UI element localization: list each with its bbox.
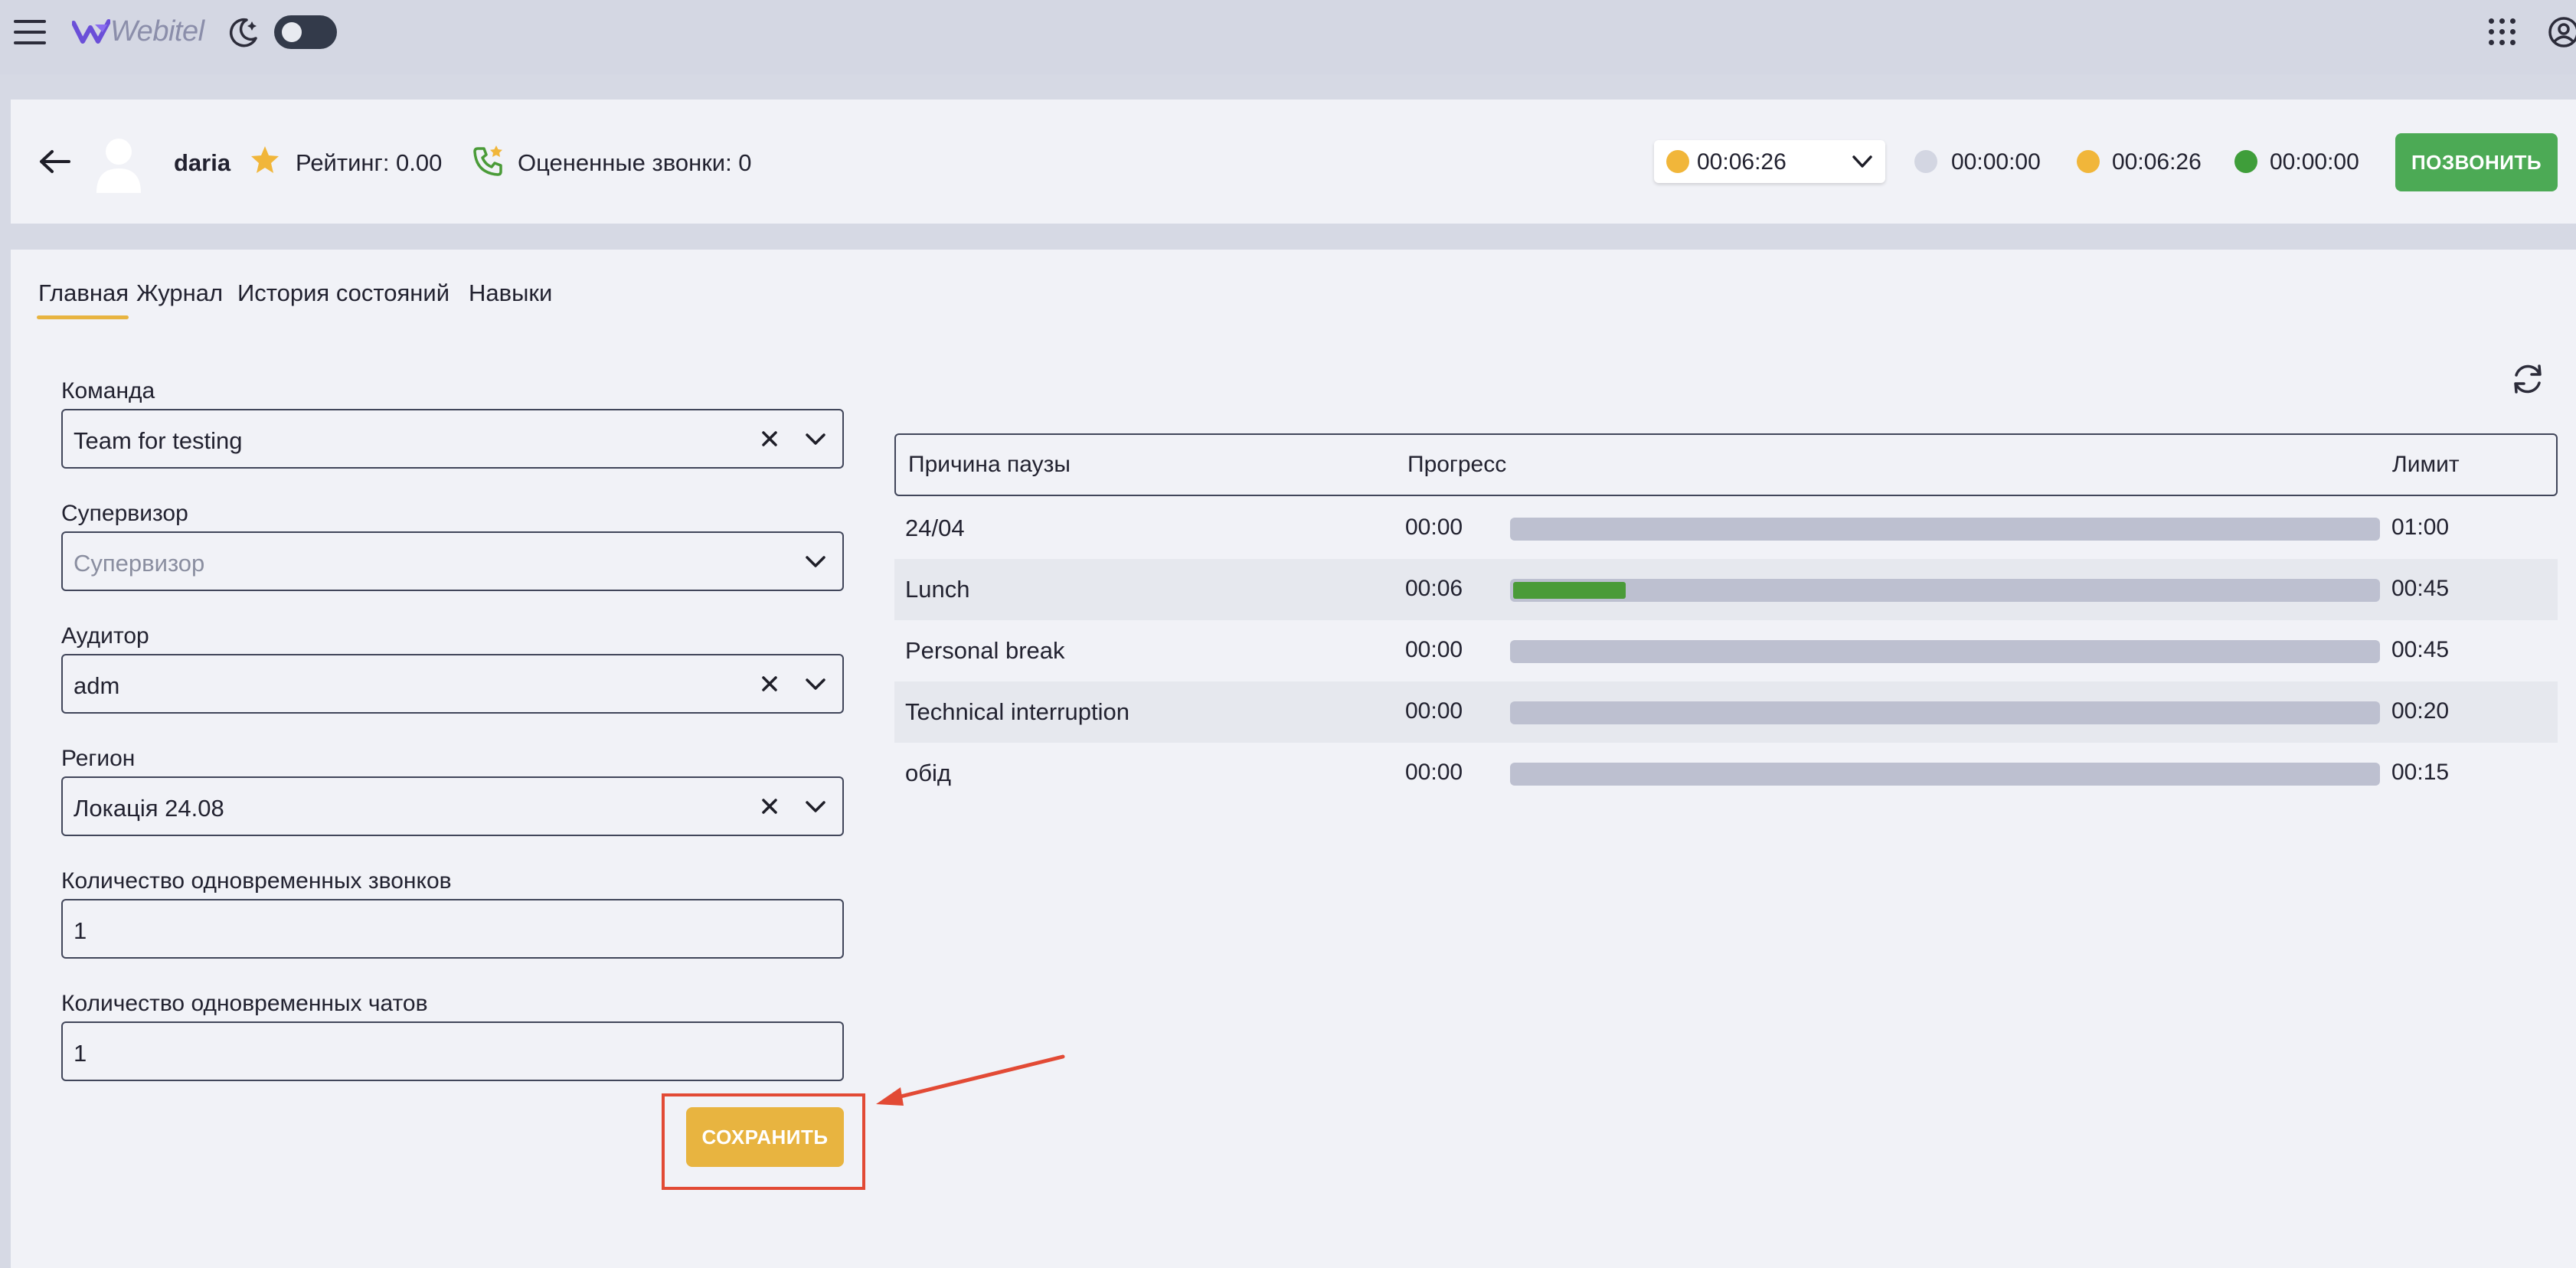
supervisor-select[interactable]: Супервизор — [61, 531, 844, 591]
clear-icon[interactable] — [758, 795, 781, 818]
table-row: 24/04 00:00 01:00 — [894, 498, 2558, 559]
pause-elapsed: 00:00 — [1405, 760, 1463, 785]
status-dot — [1666, 150, 1689, 173]
region-select[interactable]: Локація 24.08 — [61, 776, 844, 836]
call-button[interactable]: ПОЗВОНИТЬ — [2395, 133, 2558, 191]
online-timer: 00:00:00 — [2270, 149, 2359, 175]
tab-main[interactable]: Главная — [38, 279, 129, 307]
pause-elapsed: 00:00 — [1405, 698, 1463, 724]
pause-reason: Lunch — [905, 576, 970, 603]
dark-mode-toggle[interactable] — [274, 15, 337, 49]
pause-reason: Technical interruption — [905, 698, 1129, 725]
rated-call-icon — [472, 144, 505, 178]
status-select[interactable]: 00:06:26 — [1654, 140, 1885, 183]
clear-icon[interactable] — [758, 427, 781, 450]
auditor-label: Аудитор — [61, 623, 149, 649]
status-time: 00:06:26 — [1697, 149, 1787, 175]
pause-reason: обід — [905, 760, 951, 786]
table-row: Technical interruption 00:00 00:20 — [894, 681, 2558, 743]
chevron-down-icon[interactable] — [804, 430, 827, 449]
tab-skills[interactable]: Навыки — [469, 279, 552, 307]
moon-icon — [227, 15, 260, 49]
table-row: обід 00:00 00:15 — [894, 743, 2558, 804]
webitel-logo-icon — [71, 17, 111, 47]
region-value: Локація 24.08 — [74, 795, 224, 822]
clear-icon[interactable] — [758, 672, 781, 695]
progress-fill — [1513, 582, 1626, 599]
team-label: Команда — [61, 378, 155, 404]
rating-text: Рейтинг: 0.00 — [296, 149, 443, 176]
pause-limit: 01:00 — [2391, 515, 2450, 540]
back-arrow-icon[interactable] — [38, 149, 70, 175]
pause-limit: 00:15 — [2391, 760, 2450, 785]
rated-calls-text: Оцененные звонки: 0 — [518, 149, 752, 176]
tab-journal[interactable]: Журнал — [136, 279, 223, 307]
concurrent-calls-label: Количество одновременных звонков — [61, 868, 452, 894]
annotation-highlight-box — [662, 1093, 865, 1190]
apps-grid-icon[interactable] — [2489, 18, 2516, 46]
top-bar — [0, 0, 2576, 74]
pause-reason: 24/04 — [905, 515, 965, 541]
avatar — [95, 135, 142, 193]
annotation-arrow — [858, 1049, 1072, 1110]
column-header-progress: Прогресс — [1407, 452, 1507, 477]
region-label: Регион — [61, 746, 136, 771]
concurrent-chats-label: Количество одновременных чатов — [61, 991, 428, 1016]
pause-limit: 00:45 — [2391, 637, 2450, 662]
account-icon[interactable] — [2547, 15, 2576, 49]
menu-icon[interactable] — [14, 18, 46, 46]
concurrent-chats-value: 1 — [74, 1040, 87, 1067]
pause-elapsed: 00:00 — [1405, 515, 1463, 540]
star-icon — [250, 145, 280, 175]
pause-progress-bar — [1510, 701, 2380, 724]
concurrent-calls-value: 1 — [74, 917, 87, 944]
column-header-limit: Лимит — [2392, 452, 2460, 477]
supervisor-placeholder: Супервизор — [74, 550, 205, 577]
chevron-down-icon[interactable] — [804, 675, 827, 694]
column-header-reason: Причина паузы — [908, 452, 1071, 477]
auditor-select[interactable]: adm — [61, 654, 844, 714]
agent-name: daria — [174, 149, 231, 176]
waiting-status-dot — [1914, 150, 1937, 173]
chevron-down-icon — [1852, 152, 1873, 171]
pause-progress-bar — [1510, 640, 2380, 663]
pause-table-header: Причина паузы Прогресс Лимит — [894, 433, 2558, 496]
supervisor-label: Супервизор — [61, 501, 188, 526]
chevron-down-icon[interactable] — [804, 553, 827, 571]
team-select[interactable]: Team for testing — [61, 409, 844, 469]
online-status-dot — [2234, 150, 2257, 173]
table-row: Personal break 00:00 00:45 — [894, 620, 2558, 681]
pause-reason: Personal break — [905, 637, 1065, 664]
pause-limit: 00:45 — [2391, 576, 2450, 601]
pause-progress-bar — [1510, 518, 2380, 541]
table-row: Lunch 00:06 00:45 — [894, 559, 2558, 620]
concurrent-calls-input[interactable]: 1 — [61, 899, 844, 959]
pause-elapsed: 00:06 — [1405, 576, 1463, 601]
refresh-icon[interactable] — [2509, 360, 2547, 398]
pause-progress-bar — [1510, 763, 2380, 786]
logo-text: Webitel — [110, 15, 204, 47]
pause-progress-bar — [1510, 579, 2380, 602]
chevron-down-icon[interactable] — [804, 798, 827, 816]
pause-limit: 00:20 — [2391, 698, 2450, 724]
pause-status-dot — [2077, 150, 2100, 173]
tab-state-history[interactable]: История состояний — [237, 279, 449, 307]
pause-elapsed: 00:00 — [1405, 637, 1463, 662]
active-tab-indicator — [37, 315, 129, 319]
waiting-timer: 00:00:00 — [1951, 149, 2041, 175]
auditor-value: adm — [74, 672, 120, 699]
pause-timer: 00:06:26 — [2112, 149, 2202, 175]
concurrent-chats-input[interactable]: 1 — [61, 1021, 844, 1081]
team-value: Team for testing — [74, 427, 243, 454]
